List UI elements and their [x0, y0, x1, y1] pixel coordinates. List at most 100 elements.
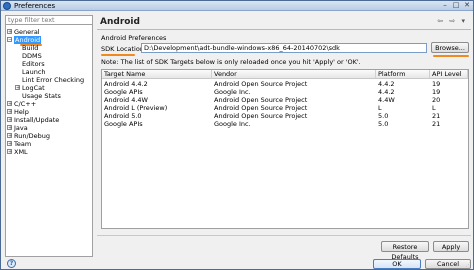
restore-defaults-button[interactable]: Restore Defaults — [381, 241, 429, 261]
maximize-button[interactable]: □ — [451, 1, 461, 10]
platform-cell: 4.4.2 — [378, 88, 395, 96]
tree-item-label: General — [14, 28, 40, 36]
tree-item-label: Android — [14, 36, 42, 44]
collapse-icon[interactable]: − — [7, 37, 12, 43]
tree-item-java[interactable]: + Java — [7, 124, 91, 132]
tree-item-label: Help — [14, 108, 29, 116]
android-preferences-page: Android ⇦ ⇨ ▾ Android Preferences SDK Lo… — [97, 15, 471, 261]
expand-icon[interactable]: + — [7, 101, 12, 107]
vendor-cell: Android Open Source Project — [214, 104, 308, 112]
expand-icon[interactable]: + — [7, 29, 12, 35]
vendor-cell: Android Open Source Project — [214, 80, 308, 88]
title-bar[interactable]: Preferences – □ ✕ — [1, 1, 473, 11]
apply-button[interactable]: Apply — [433, 241, 469, 252]
minimize-button[interactable]: – — [440, 1, 450, 10]
tree-item-editors[interactable]: Editors — [7, 60, 91, 68]
close-button[interactable]: ✕ — [462, 1, 472, 10]
tree-item-general[interactable]: + General — [7, 28, 91, 36]
target-name-cell: Android 4.4.2 — [104, 80, 148, 88]
expand-icon[interactable]: + — [7, 133, 12, 139]
platform-cell: 5.0 — [378, 120, 389, 128]
expand-icon[interactable]: + — [7, 141, 12, 147]
tree-item-c-c[interactable]: + C/C++ — [7, 100, 91, 108]
expand-icon[interactable]: + — [15, 85, 20, 91]
table-row[interactable]: Google APIs Google Inc. 4.4.2 19 — [102, 88, 468, 96]
tree-item-android[interactable]: − Android — [7, 36, 91, 46]
column-header-api-level[interactable]: API Level — [430, 70, 468, 79]
api-level-cell: L — [432, 104, 436, 112]
platform-cell: 4.4W — [378, 96, 395, 104]
column-header-target-name[interactable]: Target Name — [102, 70, 212, 79]
tree-item-build[interactable]: Build — [7, 44, 91, 52]
page-title: Android — [100, 17, 140, 27]
eclipse-app-icon — [3, 2, 11, 10]
tree-item-ddms[interactable]: DDMS — [7, 52, 91, 60]
tree-item-label: Java — [14, 124, 28, 132]
sdk-location-field[interactable] — [141, 43, 427, 53]
browse-button[interactable]: Browse... — [431, 42, 469, 53]
table-row[interactable]: Android 5.0 Android Open Source Project 5.… — [102, 112, 468, 120]
tree-item-label: Launch — [22, 68, 46, 76]
api-level-cell: 21 — [432, 112, 441, 120]
target-name-cell: Android L (Preview) — [104, 104, 168, 112]
column-header-vendor[interactable]: Vendor — [212, 70, 376, 79]
tree-item-label: Usage Stats — [22, 92, 61, 100]
expand-icon[interactable]: + — [7, 125, 12, 131]
target-name-cell: Android 5.0 — [104, 112, 142, 120]
table-row[interactable]: Android L (Preview) Android Open Source P… — [102, 104, 468, 112]
tree-item-label: Editors — [22, 60, 45, 68]
vendor-cell: Google Inc. — [214, 88, 251, 96]
tree-item-logcat[interactable]: + LogCat — [7, 84, 91, 92]
cancel-button[interactable]: Cancel — [425, 259, 471, 269]
resize-grip-icon[interactable]: ⋰ — [466, 262, 471, 268]
browse-annotation-underline — [433, 55, 469, 57]
bottom-divider — [97, 235, 471, 236]
tree-item-launch[interactable]: Launch — [7, 68, 91, 76]
filter-input[interactable] — [5, 15, 93, 25]
platform-cell: 5.0 — [378, 112, 389, 120]
help-icon[interactable]: ? — [7, 259, 16, 268]
page-navigation-arrows[interactable]: ⇦ ⇨ ▾ — [437, 17, 467, 25]
vendor-cell: Android Open Source Project — [214, 96, 308, 104]
target-name-cell: Google APIs — [104, 88, 143, 96]
tree-item-label: DDMS — [22, 52, 42, 60]
expand-icon[interactable]: + — [7, 149, 12, 155]
tree-item-label: Build — [22, 44, 39, 52]
section-title: Android Preferences — [101, 34, 167, 42]
tree-item-label: Run/Debug — [14, 132, 51, 140]
tree-item-lint-error-checking[interactable]: Lint Error Checking — [7, 76, 91, 84]
tree-item-xml[interactable]: + XML — [7, 148, 91, 156]
table-header: Target Name Vendor Platform API Level — [102, 70, 468, 79]
tree-item-help[interactable]: + Help — [7, 108, 91, 116]
expand-icon[interactable]: + — [7, 117, 12, 123]
expand-icon[interactable]: + — [7, 109, 12, 115]
tree-item-label: Install/Update — [14, 116, 60, 124]
tree-item-usage-stats[interactable]: Usage Stats — [7, 92, 91, 100]
platform-cell: L — [378, 104, 382, 112]
api-level-cell: 19 — [432, 80, 441, 88]
preferences-window: Preferences – □ ✕ +General−AndroidBuildD… — [0, 0, 474, 270]
target-name-cell: Google APIs — [104, 120, 143, 128]
tree-item-label: LogCat — [22, 84, 45, 92]
table-row[interactable]: Android 4.4.2 Android Open Source Project… — [102, 80, 468, 88]
column-header-platform[interactable]: Platform — [376, 70, 430, 79]
platform-cell: 4.4.2 — [378, 80, 395, 88]
sdk-location-label: SDK Location: — [101, 45, 147, 53]
tree-item-run-debug[interactable]: + Run/Debug — [7, 132, 91, 140]
tree-item-team[interactable]: + Team — [7, 140, 91, 148]
tree-item-install-update[interactable]: + Install/Update — [7, 116, 91, 124]
ok-button[interactable]: OK — [373, 259, 421, 269]
tree-item-label: XML — [14, 148, 28, 156]
tree-item-label: C/C++ — [14, 100, 37, 108]
table-row[interactable]: Google APIs Google Inc. 5.0 21 — [102, 120, 468, 128]
tree-item-label: Lint Error Checking — [22, 76, 85, 84]
tree-item-label: Team — [14, 140, 32, 148]
vendor-cell: Google Inc. — [214, 120, 251, 128]
target-name-cell: Android 4.4W — [104, 96, 148, 104]
vendor-cell: Android Open Source Project — [214, 112, 308, 120]
sdk-label-annotation-underline — [101, 54, 135, 56]
table-row[interactable]: Android 4.4W Android Open Source Project 4… — [102, 96, 468, 104]
api-level-cell: 21 — [432, 120, 441, 128]
window-title: Preferences — [14, 2, 56, 10]
reload-note: Note: The list of SDK Targets below is o… — [101, 58, 361, 66]
